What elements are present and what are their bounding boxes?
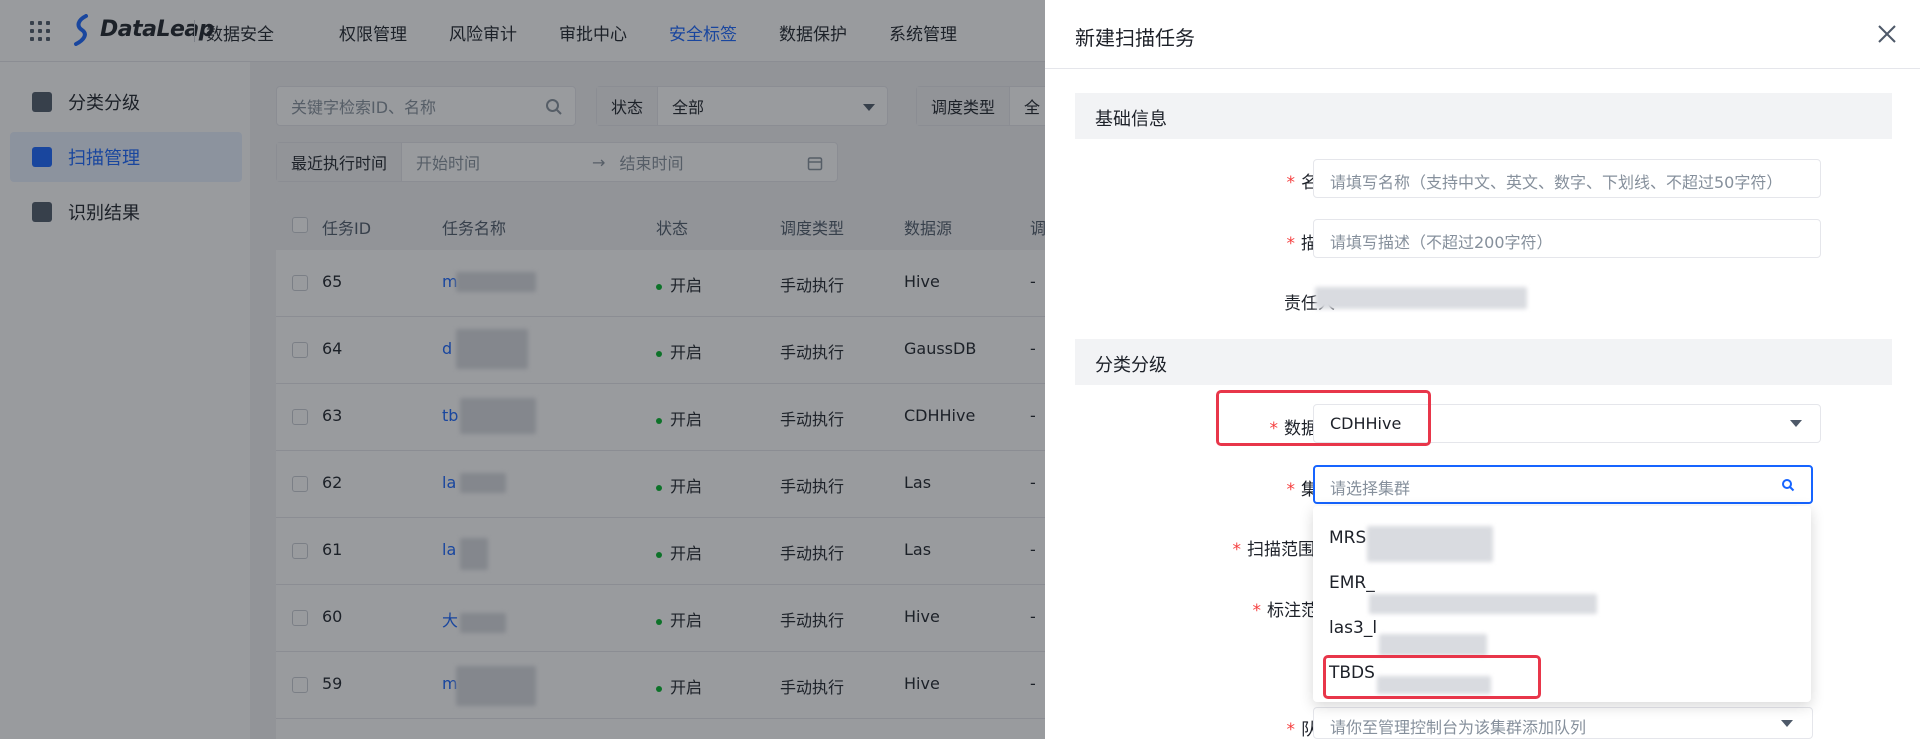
redacted-owner	[1315, 287, 1527, 309]
chevron-down-icon	[1781, 720, 1793, 727]
highlight-tbds-option	[1323, 655, 1541, 699]
highlight-data-source	[1216, 390, 1431, 446]
redacted-option	[1369, 594, 1597, 614]
name-field[interactable]: 请填写名称（支持中文、英文、数字、下划线、不超过50字符）	[1313, 159, 1821, 198]
cluster-search-input[interactable]: 请选择集群	[1313, 465, 1813, 504]
queue-select[interactable]: 请你至管理控制台为该集群添加队列	[1313, 707, 1813, 739]
scan-scope-label: *扫描范围?	[1175, 535, 1335, 560]
cluster-option[interactable]: EMR_	[1329, 573, 1375, 593]
close-icon[interactable]	[1875, 22, 1899, 46]
cluster-option[interactable]: las3_l	[1329, 618, 1377, 638]
chevron-down-icon	[1790, 420, 1802, 427]
drawer-divider	[1045, 68, 1920, 69]
description-field[interactable]: 请填写描述（不超过200字符）	[1313, 219, 1821, 258]
search-icon	[1782, 479, 1795, 492]
redacted-option	[1367, 526, 1493, 562]
section-basic-info: 基础信息	[1075, 93, 1892, 139]
redacted-option	[1379, 634, 1487, 656]
section-classify: 分类分级	[1075, 339, 1892, 385]
cluster-option[interactable]: MRS	[1329, 528, 1366, 548]
drawer-title: 新建扫描任务	[1075, 26, 1195, 50]
